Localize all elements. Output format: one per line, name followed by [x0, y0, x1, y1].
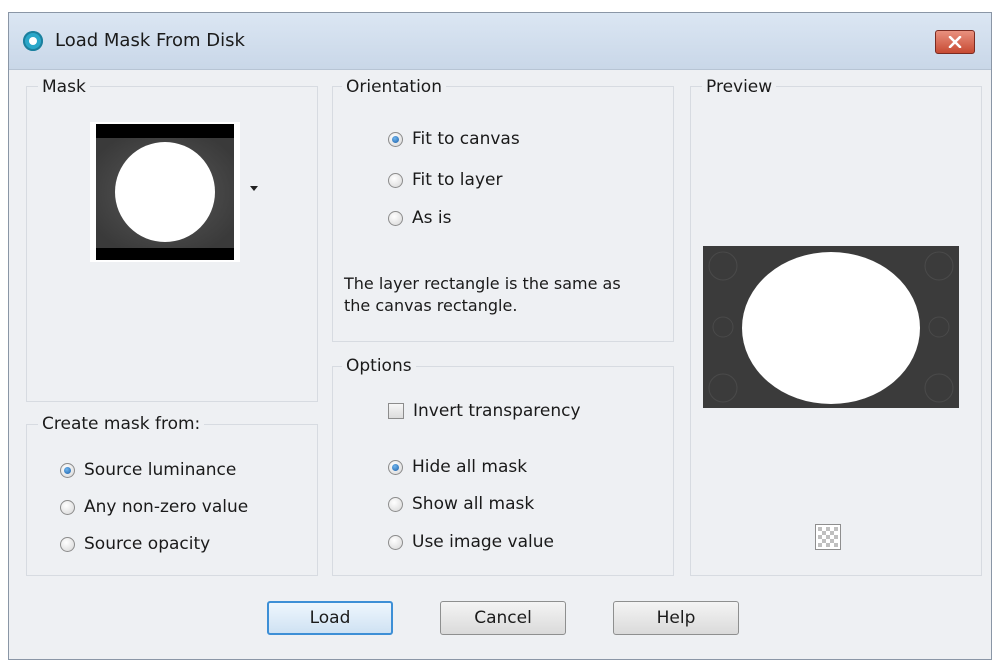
radio-label: Source luminance	[84, 460, 237, 480]
load-button[interactable]: Load	[267, 601, 393, 635]
mask-preview-image	[96, 124, 234, 260]
mask-dropdown-arrow-icon[interactable]	[250, 186, 258, 191]
close-icon	[948, 36, 962, 48]
radio-fit-to-canvas[interactable]: Fit to canvas	[388, 129, 520, 149]
cancel-button[interactable]: Cancel	[440, 601, 566, 635]
radio-any-non-zero-value[interactable]: Any non-zero value	[60, 497, 248, 517]
orientation-description-line2: the canvas rectangle.	[344, 296, 518, 315]
radio-icon	[388, 459, 403, 475]
radio-icon	[60, 536, 75, 552]
radio-icon	[60, 462, 75, 478]
radio-icon	[388, 534, 403, 550]
radio-icon	[388, 496, 403, 512]
radio-label: Use image value	[412, 532, 554, 552]
radio-hide-all-mask[interactable]: Hide all mask	[388, 457, 527, 477]
radio-label: Fit to canvas	[412, 129, 520, 149]
radio-show-all-mask[interactable]: Show all mask	[388, 494, 534, 514]
radio-as-is[interactable]: As is	[388, 208, 451, 228]
close-button[interactable]	[935, 30, 975, 54]
radio-label: Fit to layer	[412, 170, 503, 190]
radio-icon	[388, 131, 403, 147]
preview-image	[703, 246, 959, 412]
checkbox-icon	[388, 403, 404, 419]
checkbox-label: Invert transparency	[413, 401, 581, 421]
window-title: Load Mask From Disk	[55, 30, 245, 51]
title-bar[interactable]: Load Mask From Disk	[9, 13, 991, 70]
options-group-title: Options	[342, 356, 416, 376]
invert-transparency-checkbox[interactable]: Invert transparency	[388, 401, 581, 421]
radio-icon	[60, 499, 75, 515]
preview-group-title: Preview	[702, 77, 777, 97]
app-icon	[23, 31, 43, 51]
transparency-checker-icon	[818, 527, 838, 547]
radio-icon	[388, 172, 403, 188]
radio-use-image-value[interactable]: Use image value	[388, 532, 554, 552]
radio-label: Show all mask	[412, 494, 535, 514]
radio-label: As is	[412, 208, 452, 228]
orientation-group-title: Orientation	[342, 77, 446, 97]
checkerboard-icon[interactable]	[815, 524, 841, 550]
create-mask-from-title: Create mask from:	[38, 414, 205, 434]
mask-thumbnail[interactable]	[90, 122, 240, 262]
radio-icon	[388, 210, 403, 226]
radio-fit-to-layer[interactable]: Fit to layer	[388, 170, 502, 190]
orientation-description: The layer rectangle is the same as the c…	[344, 273, 621, 317]
help-button[interactable]: Help	[613, 601, 739, 635]
orientation-description-line1: The layer rectangle is the same as	[344, 274, 621, 293]
preview-mask-image	[703, 246, 959, 408]
mask-group-title: Mask	[38, 77, 90, 97]
radio-label: Any non-zero value	[84, 497, 249, 517]
radio-label: Hide all mask	[412, 457, 528, 477]
radio-source-opacity[interactable]: Source opacity	[60, 534, 210, 554]
radio-label: Source opacity	[84, 534, 211, 554]
radio-source-luminance[interactable]: Source luminance	[60, 460, 236, 480]
